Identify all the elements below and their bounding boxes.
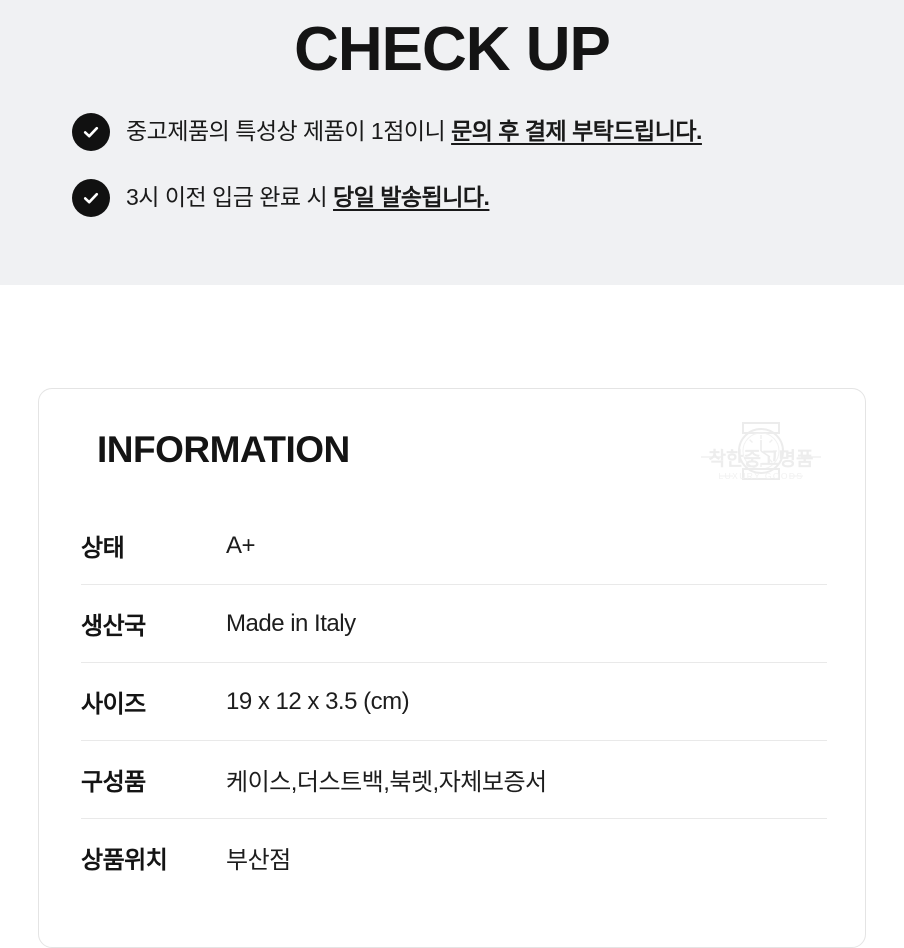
watermark-brand-ko: 착한중고명품 xyxy=(709,448,814,470)
table-row: 생산국 Made in Italy xyxy=(81,585,827,663)
notice-text-plain: 중고제품의 특성상 제품이 1점이니 xyxy=(126,118,452,145)
row-value: Made in Italy xyxy=(226,609,356,637)
table-row: 상태 A+ xyxy=(81,507,827,585)
row-value: A+ xyxy=(226,531,256,559)
information-card: INFORMATION 착한중고명품 LUXURY GOODS 상태 A+ 생산… xyxy=(38,388,866,948)
check-circle-icon xyxy=(72,113,110,151)
page-title: CHECK UP xyxy=(294,15,611,84)
row-label: 사이즈 xyxy=(81,691,146,718)
row-label: 상태 xyxy=(81,535,125,562)
row-label: 구성품 xyxy=(81,769,146,796)
notice-text-emphasis: 당일 발송됩니다. xyxy=(333,184,490,211)
watermark-brand-en: LUXURY GOODS xyxy=(719,471,804,481)
notice-text-plain: 3시 이전 입금 완료 시 xyxy=(126,184,334,211)
notice-text-emphasis: 문의 후 결제 부탁드립니다. xyxy=(451,118,702,145)
table-row: 사이즈 19 x 12 x 3.5 (cm) xyxy=(81,663,827,741)
list-item: 중고제품의 특성상 제품이 1점이니 문의 후 결제 부탁드립니다. xyxy=(72,112,872,152)
row-value: 부산점 xyxy=(226,847,291,874)
checkup-banner: CHECK UP 중고제품의 특성상 제품이 1점이니 문의 후 결제 부탁드립… xyxy=(0,0,904,285)
watch-logo-icon: 착한중고명품 LUXURY GOODS xyxy=(699,417,823,489)
row-label: 생산국 xyxy=(81,613,146,640)
row-value: 케이스,더스트백,북렛,자체보증서 xyxy=(226,769,547,796)
check-circle-icon xyxy=(72,179,110,217)
row-label: 상품위치 xyxy=(81,847,168,874)
information-table: 상태 A+ 생산국 Made in Italy 사이즈 19 x 12 x 3.… xyxy=(81,507,827,896)
information-title: INFORMATION xyxy=(97,429,350,470)
row-value: 19 x 12 x 3.5 (cm) xyxy=(226,687,410,715)
list-item: 3시 이전 입금 완료 시 당일 발송됩니다. xyxy=(72,178,872,218)
table-row: 상품위치 부산점 xyxy=(81,819,827,896)
checkup-notice-list: 중고제품의 특성상 제품이 1점이니 문의 후 결제 부탁드립니다. 3시 이전… xyxy=(72,112,872,244)
notice-text: 중고제품의 특성상 제품이 1점이니 문의 후 결제 부탁드립니다. xyxy=(126,116,702,147)
notice-text: 3시 이전 입금 완료 시 당일 발송됩니다. xyxy=(126,182,490,213)
table-row: 구성품 케이스,더스트백,북렛,자체보증서 xyxy=(81,741,827,819)
